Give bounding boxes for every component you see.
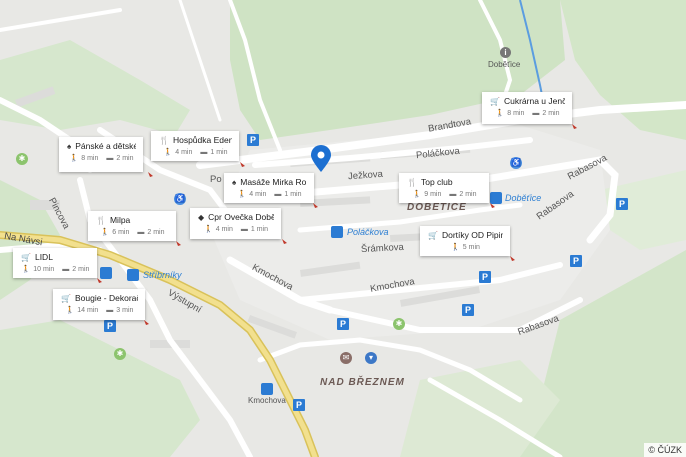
walk-time: 14 min [77,306,99,314]
poi-name: Top club [420,177,453,187]
school-icon: ◆ [198,212,205,222]
walk-time: 4 min [175,148,193,156]
parking-icon[interactable]: P [104,320,116,332]
walk-time: 4 min [215,225,233,233]
car-icon: ▬ [62,265,70,273]
parking-icon[interactable]: P [570,255,582,267]
wheelchair-icon[interactable]: ♿ [510,157,522,169]
street-label-sramkova: Šrámkova [360,241,405,256]
drive-time: 2 min [116,154,134,162]
drive-time: 1 min [210,148,228,156]
drive-time: 1 min [250,225,268,233]
poi-card[interactable]: 🍴 Top club 🚶 9 min ▬ 2 min [399,173,489,203]
poi-name: Cukrárna u Jenču [503,96,565,106]
walk-icon: 🚶 [21,266,31,273]
car-icon: ▬ [532,109,540,117]
walk-time: 5 min [462,243,480,251]
walk-time: 4 min [249,190,267,198]
parking-icon[interactable]: P [616,198,628,210]
walk-icon: 🚶 [451,244,460,251]
walk-time: 9 min [424,190,442,198]
car-icon: ▬ [137,228,145,236]
walk-time: 8 min [81,154,99,162]
walk-time: 6 min [112,228,130,236]
parking-icon[interactable]: P [293,399,305,411]
cart-icon: 🛒 [21,252,31,262]
poi-card[interactable]: 🛒 Cukrárna u Jenču 🚶 8 min ▬ 2 min [482,92,572,124]
poi-card[interactable]: ◆Cpr Ovečka Době... 🚶4 min ▬1 min [190,208,281,239]
walk-icon: 🚶 [204,226,213,233]
cart-icon: 🛒 [490,96,500,106]
car-icon: ▬ [200,148,208,156]
bus-stop-icon-left[interactable] [100,267,112,279]
walk-icon: 🚶 [495,110,505,117]
drive-time: 2 min [459,190,477,198]
parking-icon[interactable]: P [247,134,259,146]
bus-stop-icon-dobetice[interactable] [490,192,502,204]
car-icon: ▬ [106,306,114,314]
walk-time: 8 min [507,109,525,117]
cart-icon: 🛒 [61,293,71,303]
tree-icon: ♠ [232,177,237,187]
poi-name: Masáže Mirka Ro... [240,177,307,187]
walk-icon: 🚶 [65,307,75,314]
poi-name: Dortíky OD Pipinky [441,230,503,240]
poi-name: Hospůdka Eden [172,135,232,145]
playground-icon[interactable]: ✱ [16,153,28,165]
poi-card[interactable]: 🛒 LIDL 🚶 10 min ▬ 2 min [13,248,97,278]
poi-name: Cpr Ovečka Době... [208,212,274,222]
restaurant-icon: 🍴 [96,215,106,225]
street-label-po: Po [210,174,222,185]
copyright-notice[interactable]: © ČÚZK [644,443,686,457]
poi-name: Pánské a dětské ... [75,141,136,151]
drive-time: 2 min [72,265,90,273]
bus-stop-icon-kmochova[interactable] [261,383,273,395]
poi-card[interactable]: 🛒Dortíky OD Pipinky 🚶5 min [420,226,510,256]
car-icon: ▬ [106,154,114,162]
stop-label-stribrniky: Stříbrníky [143,270,182,280]
restaurant-icon: 🍴 [159,135,169,145]
playground-icon[interactable]: ✱ [114,348,126,360]
walk-time: 10 min [33,265,55,273]
drive-time: 1 min [284,190,302,198]
drive-time: 2 min [542,109,560,117]
poi-card[interactable]: ♠Pánské a dětské ... 🚶8 min ▬2 min [59,137,143,172]
wheelchair-icon[interactable]: ♿ [174,193,186,205]
area-label-nad-breznem: NAD BŘEZNEM [320,377,405,388]
walk-icon: 🚶 [412,191,422,198]
drive-time: 3 min [116,306,134,314]
bus-stop-icon-stribrniky[interactable] [127,269,139,281]
car-icon: ▬ [240,225,248,233]
poi-name: Bougie - Dekorač... [74,293,138,303]
walk-icon: 🚶 [163,149,173,156]
parking-icon[interactable]: P [462,304,474,316]
parking-icon[interactable]: P [337,318,349,330]
parking-icon[interactable]: P [479,271,491,283]
walk-icon: 🚶 [100,229,110,236]
poi-card[interactable]: 🛒Bougie - Dekorač... 🚶14 min ▬3 min [53,289,145,320]
poi-card[interactable]: 🍴 Hospůdka Eden 🚶 4 min ▬ 1 min [151,131,239,161]
cart-icon: 🛒 [428,230,438,240]
poi-card[interactable]: 🍴 Milpa 🚶 6 min ▬ 2 min [88,211,176,241]
street-label-kmochova-3: Kmochova [248,396,286,405]
poi-name: LIDL [34,252,53,262]
car-icon: ▬ [274,190,282,198]
walk-icon: 🚶 [237,191,247,198]
car-icon: ▬ [449,190,457,198]
poi-card[interactable]: ♠ Masáže Mirka Ro... 🚶 4 min ▬ 1 min [224,173,314,203]
area-label-dobetice: DOBĚTICE [407,202,467,213]
poi-name: Milpa [109,215,131,225]
restaurant-icon: 🍴 [407,177,417,187]
area-label-dobetice-small: Doběťice [488,60,521,69]
post-icon[interactable]: ✉ [340,352,352,364]
drive-time: 2 min [147,228,165,236]
walk-icon: 🚶 [69,155,79,162]
info-icon[interactable]: i [500,47,511,58]
shop-icon[interactable]: ▾ [365,352,377,364]
stop-label-polackova: Poláčkova [347,227,389,237]
playground-icon[interactable]: ✱ [393,318,405,330]
tree-icon: ♠ [67,141,72,151]
stop-label-dobetice: Doběťice [505,193,542,203]
bus-stop-icon-polackova[interactable] [331,226,343,238]
